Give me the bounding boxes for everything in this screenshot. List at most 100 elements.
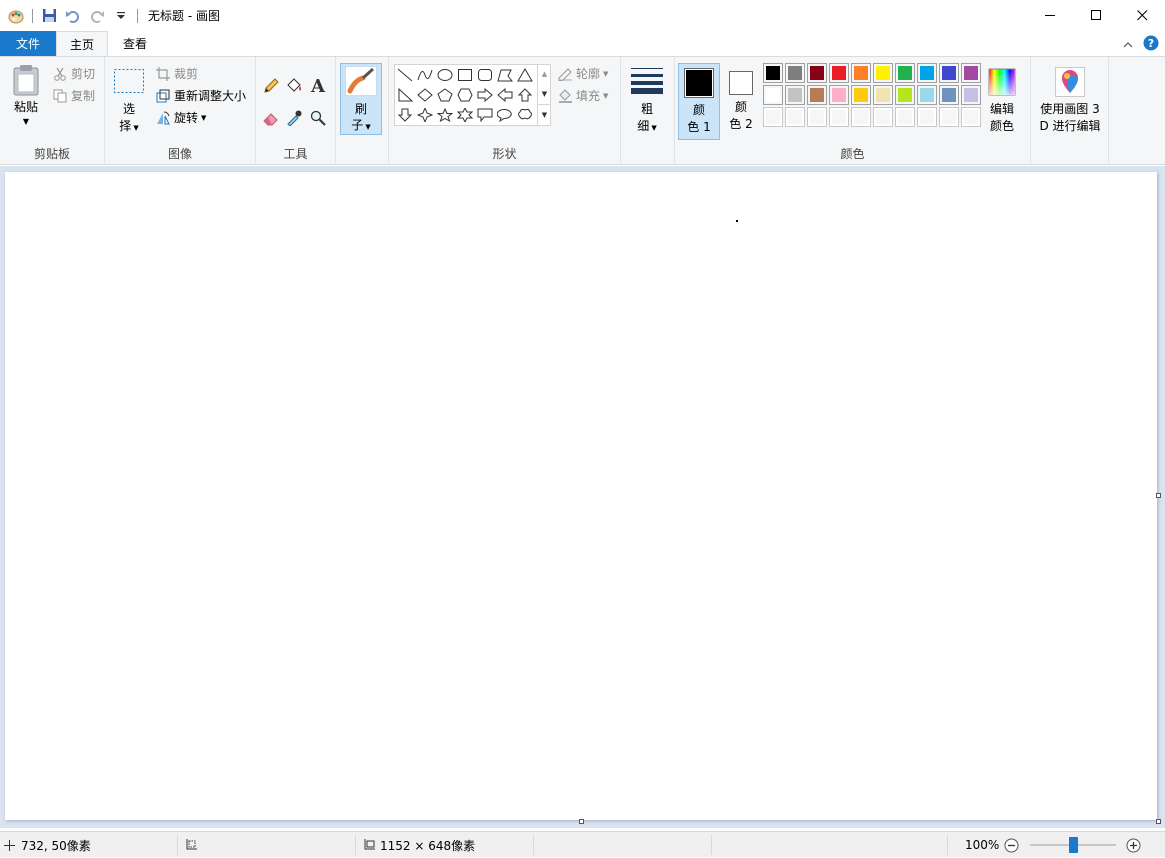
palette-swatch[interactable] [763,63,783,83]
scroll-down-icon[interactable]: ▼ [538,84,551,104]
up-arrow-shape-icon[interactable] [515,85,535,105]
redo-icon[interactable] [87,6,107,26]
palette-swatch[interactable] [873,107,893,127]
size-button[interactable]: 粗 细 ▼ [627,65,667,137]
zoom-slider-thumb[interactable] [1068,837,1078,853]
palette-swatch[interactable] [785,63,805,83]
palette-swatch[interactable] [895,85,915,105]
palette-swatch[interactable] [939,63,959,83]
rotate-button[interactable]: 旋转 ▼ [155,109,206,126]
palette-swatch[interactable] [939,85,959,105]
palette-swatch[interactable] [851,107,871,127]
left-arrow-shape-icon[interactable] [495,85,515,105]
shapes-scrollbar[interactable]: ▲ ▼ ▼ [537,64,551,126]
palette-swatch[interactable] [961,85,981,105]
triangle-shape-icon[interactable] [515,65,535,85]
close-button[interactable] [1119,0,1165,31]
pentagon-shape-icon[interactable] [435,85,455,105]
collapse-ribbon-icon[interactable] [1123,38,1133,52]
cloud-callout-shape-icon[interactable] [515,105,535,125]
oval-shape-icon[interactable] [435,65,455,85]
palette-swatch[interactable] [785,107,805,127]
polygon-shape-icon[interactable] [495,65,515,85]
zoom-out-button[interactable] [1004,832,1019,858]
palette-swatch[interactable] [851,63,871,83]
palette-swatch[interactable] [895,107,915,127]
resize-handle-bottom[interactable] [579,819,584,824]
edit-with-paint3d-button[interactable]: 使用画图 3 D 进行编辑 [1033,65,1107,135]
fill-bucket-icon[interactable] [283,75,305,97]
resize-button[interactable]: 重新调整大小 [155,87,246,104]
color-picker-icon[interactable] [283,107,305,129]
oval-callout-shape-icon[interactable] [495,105,515,125]
cut-button[interactable]: 剪切 [52,65,95,82]
palette-swatch[interactable] [873,85,893,105]
palette-swatch[interactable] [917,63,937,83]
right-triangle-shape-icon[interactable] [395,85,415,105]
copy-button[interactable]: 复制 [52,87,95,104]
palette-swatch[interactable] [807,85,827,105]
paste-button[interactable]: 粘贴 ▼ [6,63,46,128]
minimize-button[interactable] [1027,0,1073,31]
diamond-shape-icon[interactable] [415,85,435,105]
palette-swatch[interactable] [763,107,783,127]
magnifier-icon[interactable] [307,107,329,129]
edit-colors-button[interactable]: 编辑 颜色 [983,65,1021,135]
palette-swatch[interactable] [829,63,849,83]
tab-home[interactable]: 主页 [56,31,108,57]
palette-swatch[interactable] [939,107,959,127]
customize-toolbar-icon[interactable] [111,6,131,26]
drawing-canvas[interactable] [5,172,1157,820]
tab-view[interactable]: 查看 [108,31,162,56]
brushes-button[interactable]: 刷 子 ▼ [340,63,382,135]
palette-swatch-fill [942,88,956,102]
palette-swatch[interactable] [829,85,849,105]
resize-handle-corner[interactable] [1156,819,1161,824]
five-point-star-shape-icon[interactable] [435,105,455,125]
maximize-button[interactable] [1073,0,1119,31]
fill-button[interactable]: 填充 ▼ [557,87,608,104]
help-icon[interactable]: ? [1143,35,1159,54]
six-point-star-shape-icon[interactable] [455,105,475,125]
resize-handle-right[interactable] [1156,493,1161,498]
color2-button[interactable]: 颜 色 2 [722,63,760,133]
paint-app-icon[interactable] [6,6,26,26]
right-arrow-shape-icon[interactable] [475,85,495,105]
four-point-star-shape-icon[interactable] [415,105,435,125]
select-button[interactable]: 选 择 ▼ [111,67,147,137]
palette-swatch[interactable] [961,63,981,83]
crop-button[interactable]: 裁剪 [155,65,198,82]
undo-icon[interactable] [63,6,83,26]
expand-gallery-icon[interactable]: ▼ [538,104,551,124]
rectangle-shape-icon[interactable] [455,65,475,85]
rect-callout-shape-icon[interactable] [475,105,495,125]
down-arrow-shape-icon[interactable] [395,105,415,125]
scroll-up-icon[interactable]: ▲ [538,64,551,84]
palette-swatch[interactable] [807,107,827,127]
palette-swatch[interactable] [807,63,827,83]
palette-swatch[interactable] [961,107,981,127]
color-palette [763,63,985,129]
palette-swatch[interactable] [873,63,893,83]
palette-swatch[interactable] [917,107,937,127]
hexagon-shape-icon[interactable] [455,85,475,105]
outline-button[interactable]: 轮廓 ▼ [557,65,608,82]
resize-label: 重新调整大小 [174,89,247,103]
palette-swatch[interactable] [917,85,937,105]
palette-swatch[interactable] [829,107,849,127]
line-shape-icon[interactable] [395,65,415,85]
eraser-icon[interactable] [260,107,282,129]
save-icon[interactable] [39,6,59,26]
zoom-slider[interactable] [1030,832,1116,858]
color1-button[interactable]: 颜 色 1 [678,63,720,140]
zoom-in-button[interactable] [1126,832,1141,858]
palette-swatch[interactable] [895,63,915,83]
rounded-rectangle-shape-icon[interactable] [475,65,495,85]
curve-shape-icon[interactable] [415,65,435,85]
text-tool-icon[interactable]: A [307,75,329,97]
tab-file[interactable]: 文件 [0,31,56,56]
palette-swatch[interactable] [763,85,783,105]
palette-swatch[interactable] [851,85,871,105]
pencil-icon[interactable] [260,75,282,97]
palette-swatch[interactable] [785,85,805,105]
